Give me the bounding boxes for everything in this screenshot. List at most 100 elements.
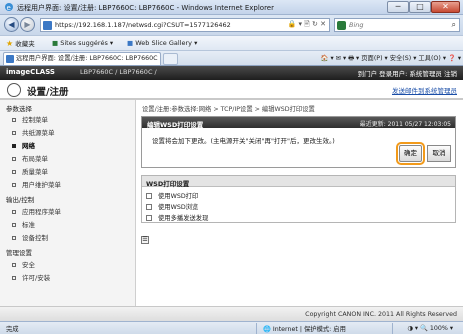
last-updated: 最近更新: 2011 05/27 12:03:05 [359, 121, 451, 128]
checkbox[interactable] [146, 204, 152, 210]
bullet-icon [12, 263, 16, 267]
sidebar-item-standard[interactable]: 标准 [12, 219, 35, 229]
option-use-wsd-browse[interactable]: 使用WSD浏览 [146, 202, 198, 211]
bullet-icon [12, 118, 16, 122]
sidebar-item-paper-source[interactable]: 共纸源菜单 [12, 127, 55, 137]
minimize-button[interactable]: ─ [387, 1, 409, 13]
suggested-sites-icon: ■ [52, 39, 59, 47]
checkbox[interactable] [146, 215, 152, 221]
forward-button[interactable]: ▶ [20, 17, 35, 32]
sidebar-item-user-maintenance[interactable]: 用户维护菜单 [12, 179, 61, 189]
bullet-icon [12, 276, 16, 280]
option-label: 使用WSD浏览 [158, 204, 199, 211]
sidebar-item-security[interactable]: 安全 [12, 259, 35, 269]
checkbox[interactable] [146, 193, 152, 199]
browser-tab[interactable]: 远程用户界面: 设置/注册: LBP7660C: LBP7660C [3, 52, 161, 66]
favorites-item-label: Sites suggérés ▾ [60, 39, 114, 47]
sidebar-item-label: 网络 [22, 142, 35, 150]
edit-panel-header: 编辑WSD打印设置 最近更新: 2011 05/27 12:03:05 [142, 117, 455, 129]
bing-icon [337, 21, 346, 30]
sidebar-item-label: 共纸源菜单 [22, 129, 55, 137]
sidebar-item-device-control[interactable]: 设备控制 [12, 232, 48, 242]
bullet-icon [12, 144, 16, 148]
search-icon[interactable]: ⌕ [452, 20, 456, 30]
sidebar-item-license[interactable]: 许可/安装 [12, 272, 50, 282]
ie-logo-icon: e [5, 3, 13, 12]
sidebar-group-preferences: 参数选择 [6, 105, 32, 113]
wsd-panel-title: WSD打印设置 [146, 180, 190, 188]
wsd-panel-header: WSD打印设置 [142, 176, 455, 188]
sidebar-item-label: 设备控制 [22, 234, 48, 242]
ok-button[interactable]: 确定 [396, 142, 425, 165]
sidebar-item-label: 应用程序菜单 [22, 208, 61, 216]
svg-text:e: e [7, 4, 11, 12]
copyright: Copyright CANON INC. 2011 All Rights Res… [305, 311, 457, 318]
portal-login-links[interactable]: 到门户 登录用户: 系统管理员 注销 [358, 68, 457, 78]
address-row: ◀ ▶ https://192.168.1.187/netwsd.cgi?CSU… [0, 15, 463, 35]
back-to-top-icon[interactable]: ☰ [141, 236, 149, 244]
main-content: 设置/注册:参数选择:网络 > TCP/IP设置 > 编辑WSD打印设置 编辑W… [137, 100, 463, 306]
zoom-control[interactable]: ◑ ▾ 🔍 100% ▾ [407, 324, 453, 332]
sidebar-item-label: 布局菜单 [22, 155, 48, 163]
page-header: 设置/注册 发送邮件到系统管理员 [0, 80, 463, 100]
device-model: LBP7660C / LBP7660C / [80, 68, 157, 76]
window-titlebar: e 远程用户界面: 设置/注册: LBP7660C: LBP7660C - Wi… [0, 0, 463, 15]
cancel-button[interactable]: 取消 [427, 145, 451, 162]
sidebar-item-network[interactable]: 网络 [12, 140, 35, 150]
brand-name: imageCLASS [6, 68, 55, 76]
bullet-icon [12, 236, 16, 240]
sidebar: 参数选择 控制菜单 共纸源菜单 网络 布局菜单 质量菜单 用户维护菜单 输出/控… [0, 100, 136, 306]
sidebar-item-application[interactable]: 应用程序菜单 [12, 206, 61, 216]
url-text[interactable]: https://192.168.1.187/netwsd.cgi?CSUT=15… [55, 21, 231, 29]
maximize-button[interactable]: □ [409, 1, 431, 13]
search-input[interactable] [349, 20, 444, 30]
tab-title: 远程用户界面: 设置/注册: LBP7660C: LBP7660C [16, 55, 158, 62]
status-bar: 完成 🌐 Internet | 保护模式: 启用 ◑ ▾ 🔍 100% ▾ [0, 321, 463, 334]
device-bar: imageCLASS LBP7660C / LBP7660C / 到门户 登录用… [0, 66, 463, 80]
bullet-icon [12, 210, 16, 214]
sidebar-item-label: 许可/安装 [22, 274, 51, 282]
favorites-item-label: Web Slice Gallery ▾ [135, 39, 198, 47]
sidebar-item-quality[interactable]: 质量菜单 [12, 166, 48, 176]
bullet-icon [12, 223, 16, 227]
web-slice-icon: ■ [127, 39, 134, 47]
page-title: 设置/注册 [27, 87, 69, 98]
status-divider [256, 323, 257, 334]
sidebar-item-label: 安全 [22, 261, 35, 269]
close-button[interactable]: ✕ [431, 1, 460, 13]
sidebar-group-output: 输出/控制 [6, 196, 35, 204]
favorites-button[interactable]: ★ 收藏夹 [6, 38, 35, 49]
breadcrumb[interactable]: 设置/注册:参数选择:网络 > TCP/IP设置 > 编辑WSD打印设置 [142, 104, 315, 113]
address-tools[interactable]: 🔒 ▾ 🖹 ↻ ✕ [288, 20, 327, 31]
security-zone[interactable]: 🌐 Internet | 保护模式: 启用 [263, 324, 346, 333]
new-tab-button[interactable] [163, 53, 178, 65]
bullet-icon [12, 183, 16, 187]
sidebar-item-layout[interactable]: 布局菜单 [12, 153, 48, 163]
address-field[interactable]: https://192.168.1.187/netwsd.cgi?CSUT=15… [40, 18, 330, 32]
favorites-label: 收藏夹 [15, 40, 35, 48]
settings-icon [7, 83, 21, 97]
edit-panel-title: 编辑WSD打印设置 [147, 121, 204, 129]
option-use-multicast-discovery[interactable]: 使用多播发送发现 [146, 213, 208, 222]
option-use-wsd-print[interactable]: 使用WSD打印 [146, 191, 198, 200]
apply-note: 设置将会加下更改。(主电源开关"关闭"再"打开"后，更改生效。) [152, 137, 335, 145]
favorites-bar: ★ 收藏夹 ■ Sites suggérés ▾ ■ Web Slice Gal… [0, 35, 463, 50]
tab-page-icon [6, 55, 14, 63]
option-label: 使用WSD打印 [158, 193, 199, 200]
window-title: 远程用户界面: 设置/注册: LBP7660C: LBP7660C - Wind… [17, 4, 274, 12]
sidebar-item-control[interactable]: 控制菜单 [12, 114, 48, 124]
back-button[interactable]: ◀ [4, 17, 19, 32]
edit-wsd-panel: 编辑WSD打印设置 最近更新: 2011 05/27 12:03:05 设置将会… [141, 116, 456, 168]
favorites-item-suggested[interactable]: ■ Sites suggérés ▾ [52, 38, 113, 49]
page-viewport: imageCLASS LBP7660C / LBP7660C / 到门户 登录用… [0, 65, 463, 322]
favorites-item-webslice[interactable]: ■ Web Slice Gallery ▾ [127, 38, 197, 49]
page-footer: Copyright CANON INC. 2011 All Rights Res… [0, 306, 463, 322]
bullet-icon [12, 131, 16, 135]
status-text: 完成 [6, 326, 19, 333]
tab-row: 远程用户界面: 设置/注册: LBP7660C: LBP7660C 🏠 ▾ ✉ … [0, 50, 463, 66]
bullet-icon [12, 170, 16, 174]
sidebar-item-label: 控制菜单 [22, 116, 48, 124]
mail-admin-link[interactable]: 发送邮件到系统管理员 [392, 85, 457, 95]
search-box[interactable]: ⌕ [334, 18, 460, 32]
command-bar[interactable]: 🏠 ▾ ✉ ▾ 🖶 ▾ 页面(P) ▾ 安全(S) ▾ 工具(O) ▾ ❓ ▾ [321, 53, 461, 64]
